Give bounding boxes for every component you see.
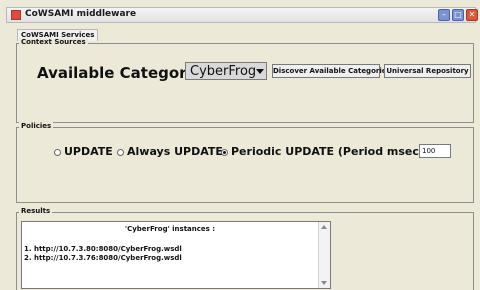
period-msec-input[interactable] <box>419 144 451 158</box>
result-line: 2. http://10.7.3.76:8080/CyberFrog.wsdl <box>24 254 182 262</box>
results-panel: Results 'CyberFrog' instances : 1. http:… <box>16 207 474 290</box>
title-bar[interactable]: CoWSAMI middleware – □ ✕ <box>6 7 478 23</box>
periodic-update-radio[interactable] <box>221 149 228 156</box>
maximize-icon[interactable]: □ <box>452 9 464 21</box>
category-dropdown[interactable]: CyberFrog <box>185 62 267 80</box>
chevron-down-icon <box>256 69 264 74</box>
window-title: CoWSAMI middleware <box>25 9 137 19</box>
always-update-radio-label: Always UPDATE <box>127 145 223 158</box>
context-sources-panel: Context Sources Available Categories : C… <box>16 38 474 123</box>
context-sources-legend: Context Sources <box>19 38 88 46</box>
always-update-radio[interactable] <box>117 149 124 156</box>
vertical-scrollbar[interactable] <box>318 222 330 288</box>
application-window: CoWSAMI middleware – □ ✕ CoWSAMI Service… <box>0 0 480 290</box>
results-legend: Results <box>19 207 53 215</box>
periodic-update-radio-label: Periodic UPDATE (Period msec) : <box>231 145 433 158</box>
scroll-up-icon[interactable] <box>321 225 327 229</box>
policies-panel: Policies UPDATE Always UPDATE Periodic U… <box>16 122 474 203</box>
minimize-icon[interactable]: – <box>438 9 450 21</box>
results-heading: 'CyberFrog' instances : <box>124 225 216 233</box>
results-textarea[interactable]: 'CyberFrog' instances : 1. http://10.7.3… <box>21 221 331 289</box>
category-dropdown-value: CyberFrog <box>190 64 257 79</box>
universal-repository-button[interactable]: Universal Repository <box>384 64 471 78</box>
policies-legend: Policies <box>19 122 54 130</box>
discover-categories-button[interactable]: Discover Available Categories <box>272 64 391 78</box>
close-icon[interactable]: ✕ <box>466 9 478 21</box>
app-icon <box>11 10 21 20</box>
scroll-down-icon[interactable] <box>321 281 327 285</box>
result-line: 1. http://10.7.3.80:8080/CyberFrog.wsdl <box>24 245 182 253</box>
update-radio[interactable] <box>54 149 61 156</box>
update-radio-label: UPDATE <box>64 145 113 158</box>
